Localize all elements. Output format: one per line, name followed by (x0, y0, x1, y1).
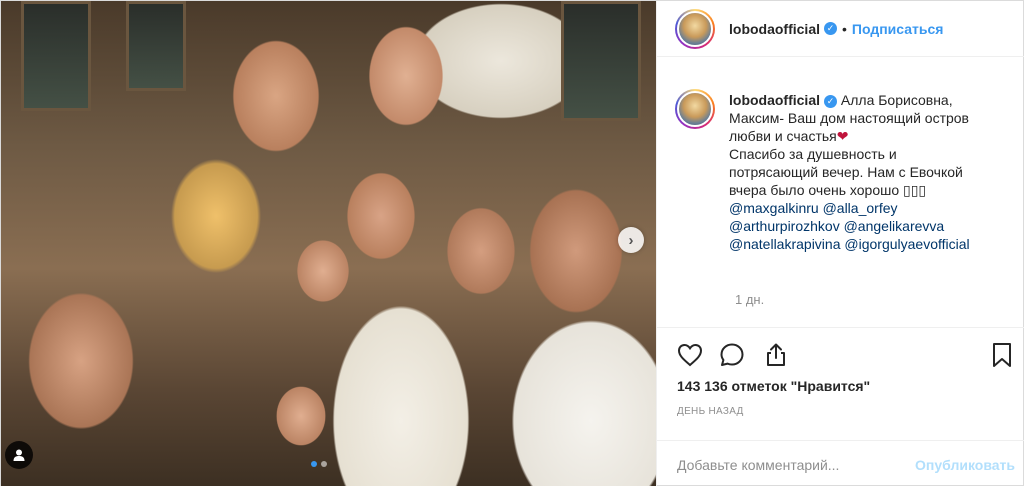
comment-input[interactable] (677, 456, 897, 473)
verified-check-icon: ✓ (824, 22, 837, 35)
background-window (561, 1, 641, 121)
post-actions: 143 136 отметок "Нравится" ДЕНЬ НАЗАД Оп… (657, 327, 1024, 486)
mention-link[interactable]: @arthurpirozhkov (729, 218, 840, 234)
mention-link[interactable]: @alla_orfey (823, 200, 898, 216)
post-photo[interactable]: › (1, 1, 656, 486)
post-date[interactable]: ДЕНЬ НАЗАД (677, 406, 744, 417)
caption-line: Спасибо за душевность и (729, 146, 897, 162)
mention-link[interactable]: @maxgalkinru (729, 200, 819, 216)
action-bar (675, 340, 1013, 370)
background-window (21, 1, 91, 111)
caption-timestamp[interactable]: 1 дн. (735, 292, 764, 307)
mention-link[interactable]: @natellakrapivina (729, 236, 841, 252)
post-header: lobodaofficial ✓ • Подписаться (657, 1, 1024, 57)
share-button[interactable] (761, 340, 791, 370)
caption-line: Алла Борисовна, (840, 92, 953, 108)
chevron-right-icon: › (628, 231, 634, 249)
separator: • (842, 20, 847, 37)
heart-icon (677, 343, 703, 367)
avatar[interactable] (675, 8, 715, 49)
post-caption: lobodaofficial ✓ Алла Борисовна, Максим- … (675, 89, 1015, 253)
heart-emoji: ❤ (836, 128, 849, 144)
likes-count[interactable]: 143 136 отметок "Нравится" (677, 378, 870, 394)
caption-line: потрясающий вечер. Нам с Евочкой (729, 164, 963, 180)
instagram-post: › lobodaofficial ✓ • Подписаться lobodao… (0, 0, 1024, 486)
publish-button[interactable]: Опубликовать (915, 457, 1015, 473)
background-window (126, 1, 186, 91)
user-tag-icon (13, 449, 25, 461)
mention-link[interactable]: @igorgulyaevofficial (844, 236, 969, 252)
share-icon (767, 343, 785, 366)
carousel-dot (321, 461, 327, 467)
comment-icon (720, 343, 744, 366)
username-link[interactable]: lobodaofficial (729, 21, 820, 37)
user-tag-button[interactable] (5, 441, 33, 469)
verified-check-icon: ✓ (824, 94, 837, 108)
post-side-panel: lobodaofficial ✓ • Подписаться lobodaoff… (656, 1, 1024, 486)
carousel-indicator (311, 461, 327, 467)
mention-link[interactable]: @angelikarevva (844, 218, 945, 234)
follow-button[interactable]: Подписаться (852, 21, 944, 37)
comment-button[interactable] (717, 340, 747, 370)
carousel-dot (311, 461, 317, 467)
caption-line: Максим- Ваш дом настоящий остров (729, 110, 969, 126)
avatar[interactable] (675, 89, 715, 129)
next-photo-button[interactable]: › (618, 227, 644, 253)
caption-text: lobodaofficial ✓ Алла Борисовна, Максим- … (729, 91, 1009, 253)
comment-form: Опубликовать (657, 440, 1024, 486)
caption-line: любви и счастья (729, 128, 837, 144)
bookmark-icon (993, 343, 1011, 367)
like-button[interactable] (675, 340, 705, 370)
caption-username-link[interactable]: lobodaofficial (729, 92, 820, 108)
caption-line: вчера было очень хорошо ▯▯▯ (729, 182, 927, 198)
save-button[interactable] (987, 340, 1017, 370)
